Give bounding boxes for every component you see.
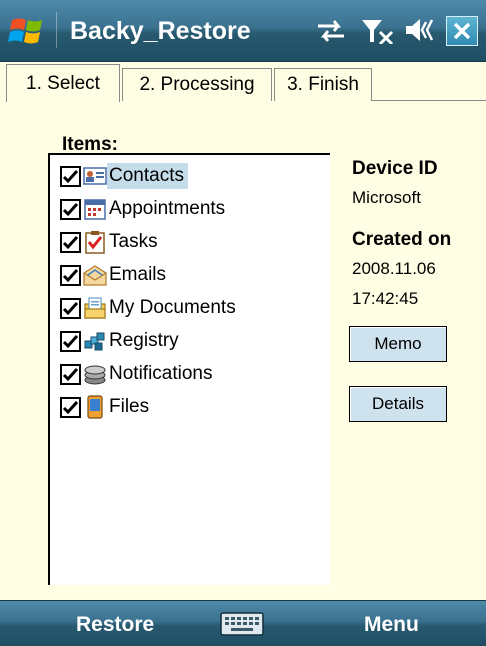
item-label: Notifications — [109, 363, 213, 384]
checkmark-icon — [62, 301, 79, 315]
list-item-my-documents[interactable]: My Documents — [60, 293, 240, 323]
list-item-tasks[interactable]: Tasks — [60, 227, 162, 257]
checkbox[interactable] — [60, 165, 81, 187]
list-item-emails[interactable]: Emails — [60, 260, 170, 290]
tab-finish[interactable]: 3. Finish — [274, 68, 372, 101]
keyboard-icon[interactable] — [220, 611, 264, 637]
tasks-icon — [85, 231, 105, 254]
no-signal-icon[interactable] — [360, 16, 396, 44]
tab-strip-filler — [372, 68, 486, 101]
list-item-registry[interactable]: Registry — [60, 326, 183, 356]
close-button[interactable] — [446, 16, 478, 46]
registry-icon — [84, 332, 105, 351]
calendar-icon — [84, 199, 106, 220]
item-label: Tasks — [109, 231, 158, 252]
created-date: 2008.11.06 — [352, 259, 436, 278]
close-icon — [453, 22, 471, 40]
checkmark-icon — [62, 367, 79, 381]
checkbox[interactable] — [60, 198, 81, 220]
checkbox[interactable] — [60, 396, 81, 418]
item-label: My Documents — [109, 297, 236, 318]
title-bar: Backy_Restore — [0, 0, 486, 62]
contacts-icon — [83, 167, 107, 185]
checkmark-icon — [62, 268, 79, 282]
checkmark-icon — [62, 235, 79, 249]
item-label: Files — [109, 396, 150, 417]
created-on-label: Created on — [352, 229, 452, 250]
item-label: Contacts — [107, 163, 188, 189]
item-label: Emails — [109, 264, 167, 285]
email-icon — [83, 265, 107, 286]
device-id-label: Device ID — [352, 158, 438, 179]
checkbox[interactable] — [60, 231, 81, 253]
checkbox[interactable] — [60, 297, 81, 319]
checkbox[interactable] — [60, 363, 81, 385]
app-title: Backy_Restore — [70, 17, 251, 45]
checkmark-icon — [62, 169, 79, 183]
notifications-icon — [84, 365, 106, 385]
checkmark-icon — [62, 202, 79, 216]
files-icon — [87, 395, 103, 419]
list-item-files[interactable]: Files — [60, 392, 153, 422]
item-label: Appointments — [109, 198, 226, 219]
volume-icon[interactable] — [404, 16, 438, 44]
restore-softkey[interactable]: Restore — [76, 613, 154, 637]
device-id-value: Microsoft — [352, 188, 421, 207]
list-item-notifications[interactable]: Notifications — [60, 359, 217, 389]
checkmark-icon — [62, 334, 79, 348]
menu-softkey[interactable]: Menu — [364, 613, 419, 637]
list-item-contacts[interactable]: Contacts — [60, 161, 188, 191]
checkmark-icon — [62, 400, 79, 414]
item-label: Registry — [109, 330, 179, 351]
tab-processing[interactable]: 2. Processing — [122, 68, 272, 101]
tab-select[interactable]: 1. Select — [6, 64, 120, 102]
items-list[interactable]: Contacts Appointments Tasks Emails My Do… — [48, 153, 330, 585]
created-time: 17:42:45 — [352, 289, 419, 308]
checkbox[interactable] — [60, 264, 81, 286]
list-item-appointments[interactable]: Appointments — [60, 194, 229, 224]
details-button[interactable]: Details — [349, 386, 447, 422]
softkey-bar: Restore Menu — [0, 600, 486, 646]
windows-start-icon[interactable] — [8, 14, 48, 50]
connectivity-icon[interactable] — [314, 16, 348, 44]
title-separator — [56, 12, 57, 48]
documents-icon — [84, 297, 106, 319]
checkbox[interactable] — [60, 330, 81, 352]
memo-button[interactable]: Memo — [349, 326, 447, 362]
